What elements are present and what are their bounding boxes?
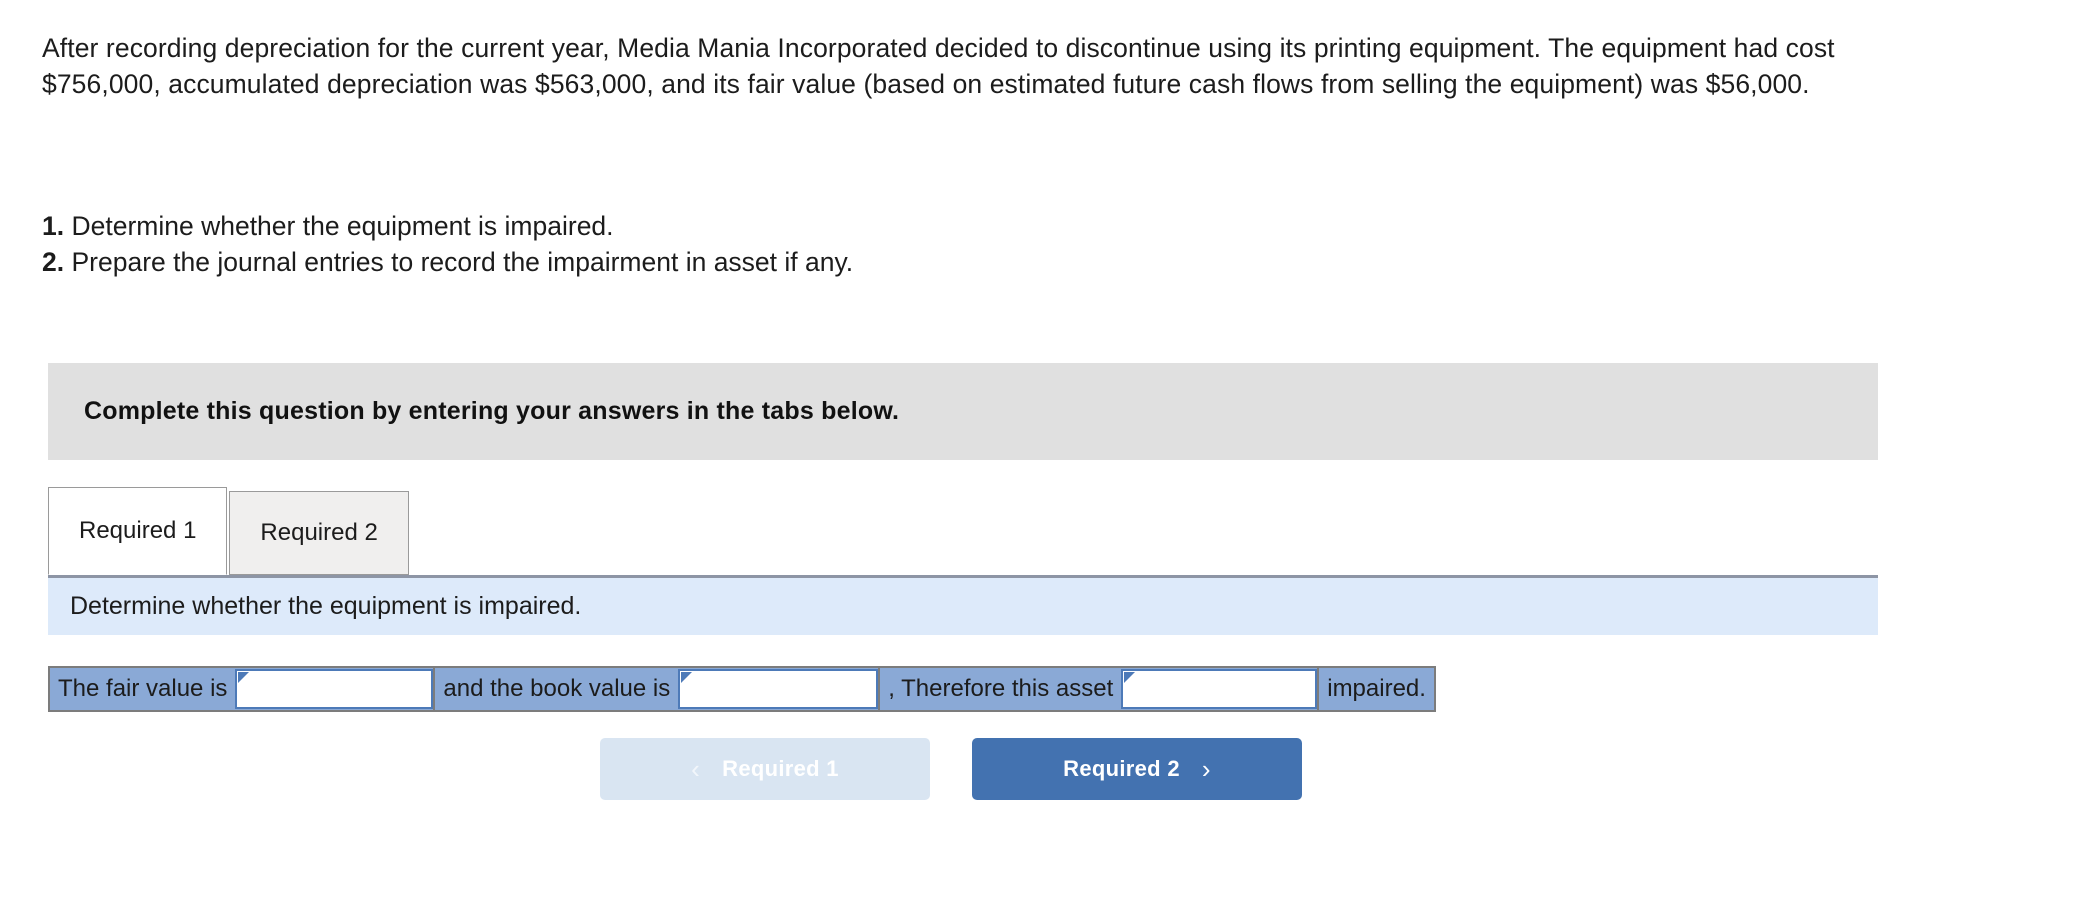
answer-text-book-value: and the book value is	[433, 668, 679, 710]
tab-label: Required 1	[79, 517, 197, 544]
sub-instruction-panel: Determine whether the equipment is impai…	[48, 575, 1878, 635]
requirement-number: 1.	[42, 211, 65, 241]
requirement-number: 2.	[42, 247, 65, 277]
corner-marker-icon	[238, 672, 250, 683]
tab-navigation: ‹ Required 1 Required 2 ›	[600, 738, 1302, 800]
tab-bar: Required 1 Required 2	[48, 482, 409, 575]
tab-required-1[interactable]: Required 1	[48, 487, 228, 575]
tab-required-2[interactable]: Required 2	[229, 491, 409, 575]
answer-text-therefore: , Therefore this asset	[878, 668, 1122, 710]
sub-instruction-text: Determine whether the equipment is impai…	[70, 592, 582, 620]
corner-marker-icon	[681, 672, 693, 683]
instruction-banner-text: Complete this question by entering your …	[84, 397, 900, 425]
problem-statement: After recording depreciation for the cur…	[42, 33, 1835, 99]
answer-text-impaired: impaired.	[1317, 668, 1434, 710]
prev-button-label: Required 1	[722, 756, 839, 781]
dropdown-impairment-conclusion[interactable]	[1121, 669, 1318, 709]
answer-text-fair-value: The fair value is	[50, 668, 236, 710]
chevron-left-icon: ‹	[691, 754, 701, 784]
requirement-item: 1. Determine whether the equipment is im…	[42, 208, 1542, 244]
tab-label: Required 2	[260, 519, 378, 546]
requirements-list: 1. Determine whether the equipment is im…	[42, 208, 1542, 280]
instruction-banner: Complete this question by entering your …	[48, 363, 1878, 460]
requirement-item: 2. Prepare the journal entries to record…	[42, 244, 1542, 280]
next-required-2-button[interactable]: Required 2 ›	[972, 738, 1302, 800]
corner-marker-icon	[1124, 672, 1136, 683]
question-page: After recording depreciation for the cur…	[0, 0, 2096, 900]
prev-required-1-button[interactable]: ‹ Required 1	[600, 738, 930, 800]
answer-sentence-row: The fair value is and the book value is …	[48, 666, 1436, 712]
next-button-label: Required 2	[1063, 756, 1180, 781]
requirement-text: Prepare the journal entries to record th…	[71, 247, 854, 277]
chevron-right-icon: ›	[1201, 754, 1211, 784]
dropdown-fair-value[interactable]	[235, 669, 434, 709]
dropdown-book-value[interactable]	[678, 669, 879, 709]
requirement-text: Determine whether the equipment is impai…	[71, 211, 614, 241]
